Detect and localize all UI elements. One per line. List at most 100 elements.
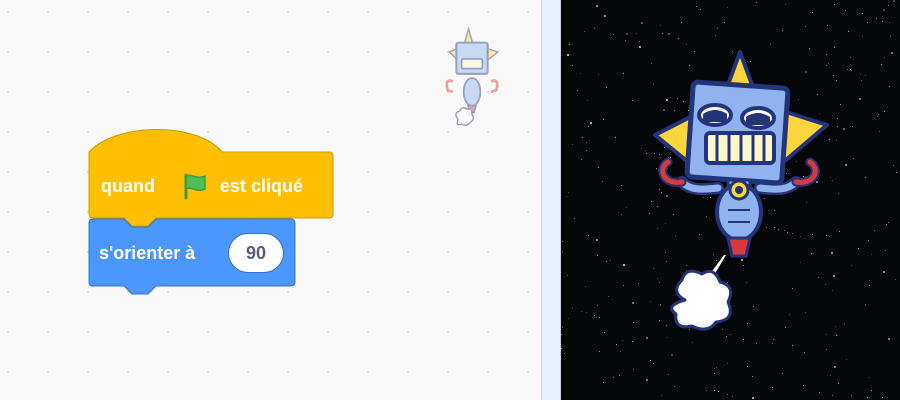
star-dot — [621, 214, 622, 215]
star-dot — [594, 315, 595, 316]
point-in-direction-label: s'orienter à — [99, 243, 196, 263]
star-dot — [812, 12, 813, 13]
star-dot — [732, 396, 733, 397]
star-dot — [588, 235, 589, 236]
star-dot — [896, 172, 897, 173]
star-dot — [838, 383, 839, 384]
star-dot — [886, 224, 887, 225]
star-dot — [714, 390, 715, 391]
star-dot — [623, 285, 624, 286]
star-dot — [700, 9, 701, 10]
star-dot — [832, 395, 833, 396]
star-dot — [681, 22, 682, 23]
star-dot — [584, 31, 585, 32]
star-dot — [724, 22, 725, 23]
star-dot — [889, 86, 890, 87]
star-dot — [597, 255, 598, 256]
star-dot — [572, 308, 573, 309]
star-dot — [668, 33, 670, 35]
star-dot — [606, 261, 607, 262]
star-dot — [586, 142, 587, 143]
star-dot — [891, 52, 893, 54]
star-dot — [625, 40, 626, 41]
star-dot — [610, 260, 611, 261]
star-dot — [747, 366, 748, 367]
star-dot — [598, 167, 599, 168]
star-dot — [867, 397, 868, 398]
star-dot — [865, 304, 866, 305]
star-dot — [604, 332, 605, 333]
star-dot — [581, 311, 582, 312]
star-dot — [602, 181, 603, 182]
star-dot — [884, 57, 885, 58]
star-dot — [562, 327, 563, 328]
star-dot — [567, 275, 568, 276]
star-dot — [883, 9, 885, 11]
code-area[interactable]: quand est cliqué s'orienter à 90 — [0, 0, 541, 400]
star-dot — [561, 334, 562, 335]
star-dot — [567, 54, 569, 56]
star-dot — [852, 126, 853, 127]
star-dot — [845, 164, 847, 166]
star-dot — [803, 385, 804, 386]
star-dot — [596, 5, 598, 7]
star-dot — [881, 64, 882, 65]
star-dot — [603, 119, 604, 120]
star-dot — [568, 318, 569, 319]
star-dot — [879, 131, 880, 132]
star-dot — [827, 25, 828, 26]
robot-sprite[interactable] — [640, 40, 840, 340]
star-dot — [623, 73, 624, 74]
star-dot — [874, 230, 875, 231]
star-dot — [819, 392, 820, 393]
star-dot — [674, 386, 675, 387]
star-dot — [603, 382, 604, 383]
star-dot — [574, 218, 575, 219]
star-dot — [848, 31, 849, 32]
star-dot — [632, 341, 633, 342]
star-dot — [623, 264, 625, 266]
star-dot — [756, 343, 757, 344]
star-dot — [585, 286, 586, 287]
star-dot — [566, 196, 567, 197]
star-dot — [844, 324, 845, 325]
star-dot — [653, 363, 654, 364]
star-dot — [562, 241, 563, 242]
star-dot — [850, 69, 851, 70]
star-dot — [834, 4, 835, 5]
star-dot — [613, 377, 614, 378]
star-dot — [834, 366, 836, 368]
star-dot — [888, 338, 890, 340]
star-dot — [865, 177, 866, 178]
star-dot — [888, 222, 889, 223]
star-dot — [568, 192, 569, 193]
star-dot — [752, 376, 753, 377]
star-dot — [871, 254, 872, 255]
star-dot — [882, 21, 883, 22]
star-dot — [826, 349, 827, 350]
star-dot — [727, 363, 728, 364]
star-dot — [782, 28, 783, 29]
panel-divider — [541, 0, 561, 400]
star-dot — [598, 74, 599, 75]
star-dot — [785, 4, 786, 5]
star-dot — [846, 359, 847, 360]
star-dot — [714, 373, 715, 374]
star-dot — [597, 305, 598, 306]
star-dot — [869, 285, 870, 286]
star-dot — [878, 114, 879, 115]
star-dot — [692, 342, 693, 343]
star-dot — [626, 207, 627, 208]
star-dot — [608, 296, 609, 297]
star-dot — [678, 38, 679, 39]
star-dot — [569, 44, 570, 45]
star-dot — [782, 373, 783, 374]
star-dot — [830, 375, 831, 376]
star-dot — [661, 395, 662, 396]
star-dot — [586, 150, 587, 151]
star-dot — [862, 13, 863, 14]
star-dot — [562, 251, 563, 252]
star-dot — [596, 317, 597, 318]
direction-input[interactable]: 90 — [228, 233, 284, 273]
star-dot — [671, 354, 673, 356]
